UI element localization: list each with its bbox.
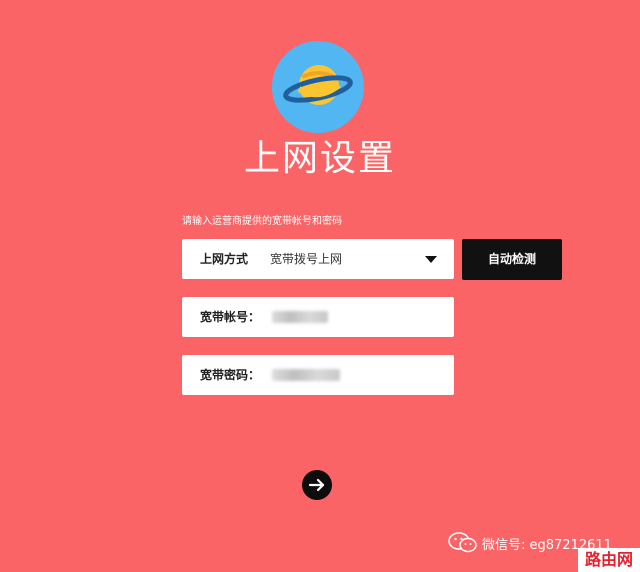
connection-type-value: 宽带拨号上网	[270, 252, 343, 266]
caret-down-icon[interactable]	[425, 256, 437, 263]
password-field[interactable]: 宽带密码：	[182, 355, 454, 395]
account-field[interactable]: 宽带帐号：	[182, 297, 454, 337]
password-value-blurred	[272, 369, 340, 381]
arrow-right-icon	[308, 478, 325, 492]
account-value-blurred	[272, 311, 328, 323]
password-label: 宽带密码：	[200, 368, 261, 382]
site-logo: 路由网	[578, 548, 640, 572]
connection-type-select[interactable]: 上网方式 宽带拨号上网	[182, 239, 454, 279]
wechat-icon	[448, 532, 477, 553]
planet-icon	[272, 41, 364, 133]
form-hint: 请输入运营商提供的宽带帐号和密码	[182, 216, 342, 227]
account-label: 宽带帐号：	[200, 310, 261, 324]
page-title: 上网设置	[243, 138, 396, 179]
next-button[interactable]	[302, 470, 332, 500]
auto-detect-button[interactable]: 自动检测	[462, 239, 562, 280]
connection-type-label: 上网方式	[200, 252, 249, 266]
